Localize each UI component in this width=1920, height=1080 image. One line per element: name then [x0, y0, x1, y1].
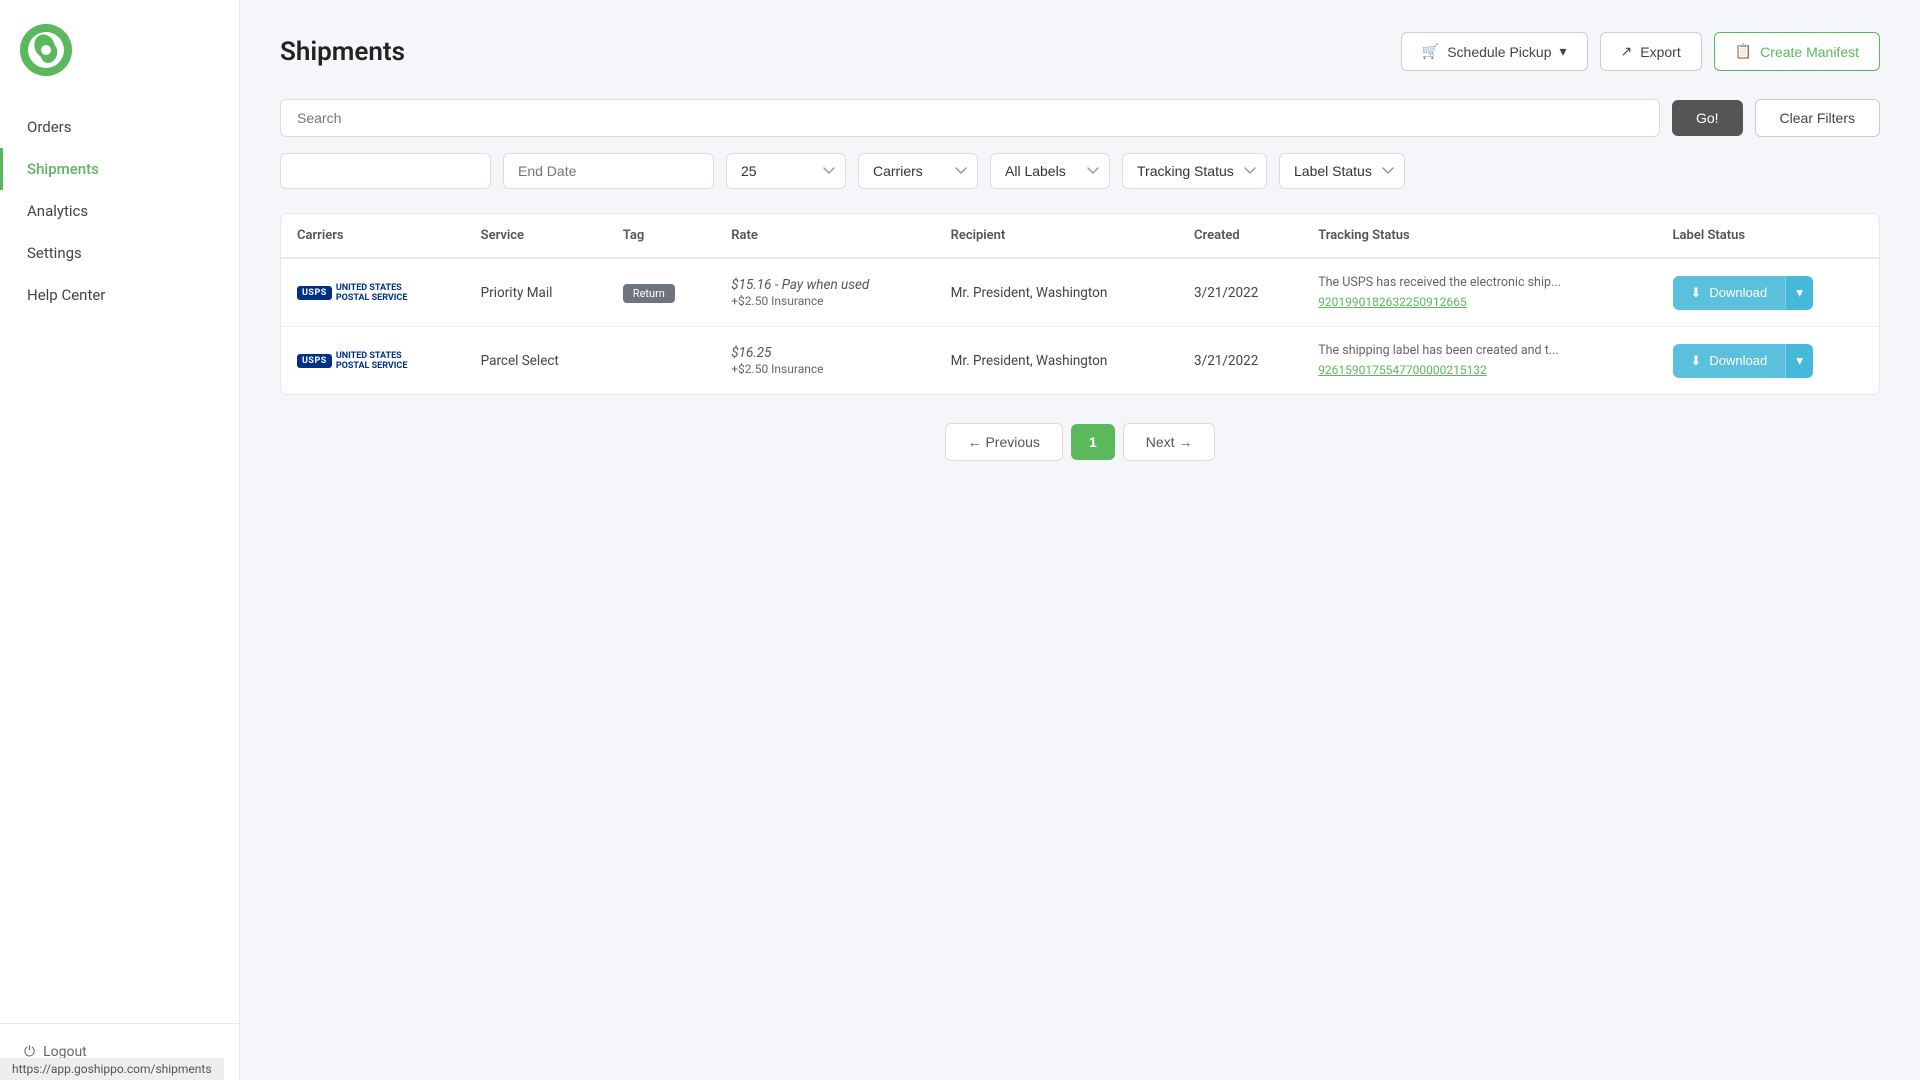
filter-row: 2021-12-22 25 50 100 Carriers USPS FedEx…	[280, 153, 1880, 189]
cell-created: 3/21/2022	[1178, 258, 1302, 327]
download-button-group: ⬇ Download ▾	[1673, 276, 1813, 310]
rate-main: $15.16 - Pay when used	[731, 277, 869, 293]
sidebar-item-orders[interactable]: Orders	[0, 106, 239, 148]
download-button[interactable]: ⬇ Download	[1673, 344, 1786, 378]
header-actions: 🛒 Schedule Pickup ▾ ↗ Export 📋 Create Ma…	[1401, 32, 1880, 71]
main-content: Shipments 🛒 Schedule Pickup ▾ ↗ Export 📋…	[240, 0, 1920, 1080]
rate-extra: +$2.50 Insurance	[731, 294, 823, 308]
shipments-table-container: Carriers Service Tag Rate Recipient Crea…	[280, 213, 1880, 395]
download-arrow-icon: ▾	[1796, 285, 1803, 300]
pickup-icon: 🛒	[1422, 43, 1439, 60]
schedule-pickup-button[interactable]: 🛒 Schedule Pickup ▾	[1401, 32, 1588, 71]
download-icon: ⬇	[1691, 285, 1702, 301]
page-title: Shipments	[280, 37, 405, 67]
usps-badge: USPS	[297, 354, 332, 368]
col-service: Service	[465, 214, 607, 258]
cell-recipient: Mr. President, Washington	[935, 258, 1178, 327]
download-label: Download	[1709, 285, 1767, 300]
cell-rate: $16.25 +$2.50 Insurance	[715, 327, 934, 395]
col-created: Created	[1178, 214, 1302, 258]
create-manifest-button[interactable]: 📋 Create Manifest	[1714, 32, 1880, 71]
cell-tag: Return	[607, 258, 715, 327]
return-tag: Return	[623, 284, 675, 303]
col-rate: Rate	[715, 214, 934, 258]
col-recipient: Recipient	[935, 214, 1178, 258]
app-logo	[20, 24, 72, 76]
tracking-text: The USPS has received the electronic shi…	[1318, 275, 1640, 290]
cell-tag	[607, 327, 715, 395]
cell-recipient: Mr. President, Washington	[935, 327, 1178, 395]
current-page-button[interactable]: 1	[1071, 424, 1115, 460]
end-date-input[interactable]	[503, 153, 714, 189]
col-tracking-status: Tracking Status	[1302, 214, 1656, 258]
table-header-row: Carriers Service Tag Rate Recipient Crea…	[281, 214, 1879, 258]
download-dropdown-button[interactable]: ▾	[1785, 344, 1813, 378]
cell-service: Priority Mail	[465, 258, 607, 327]
sidebar-item-shipments[interactable]: Shipments	[0, 148, 239, 190]
start-date-input[interactable]: 2021-12-22	[280, 153, 491, 189]
sidebar: Orders Shipments Analytics Settings Help…	[0, 0, 240, 1080]
label-status-select[interactable]: Label Status	[1279, 153, 1405, 189]
go-button[interactable]: Go!	[1672, 100, 1743, 136]
cell-rate: $15.16 - Pay when used +$2.50 Insurance	[715, 258, 934, 327]
download-label: Download	[1709, 353, 1767, 368]
export-icon: ↗	[1621, 43, 1633, 60]
pagination: ← Previous 1 Next →	[280, 423, 1880, 461]
status-bar: https://app.goshippo.com/shipments	[0, 1058, 224, 1080]
tracking-status-select[interactable]: Tracking Status	[1122, 153, 1267, 189]
tracking-number-link[interactable]: 9261590175547700000215132	[1318, 363, 1487, 377]
all-labels-select[interactable]: All Labels	[990, 153, 1110, 189]
carriers-select[interactable]: Carriers USPS FedEx UPS	[858, 153, 978, 189]
download-icon: ⬇	[1691, 353, 1702, 369]
search-input[interactable]	[280, 99, 1660, 137]
download-arrow-icon: ▾	[1796, 353, 1803, 368]
cell-tracking-status: The shipping label has been created and …	[1302, 327, 1656, 395]
rate-extra: +$2.50 Insurance	[731, 362, 823, 376]
usps-label: UNITED STATESPOSTAL SERVICE	[336, 283, 408, 303]
tracking-number-link[interactable]: 9201990182632250912665	[1318, 295, 1466, 309]
col-tag: Tag	[607, 214, 715, 258]
table-row: USPS UNITED STATESPOSTAL SERVICE Priorit…	[281, 258, 1879, 327]
cell-tracking-status: The USPS has received the electronic shi…	[1302, 258, 1656, 327]
cell-service: Parcel Select	[465, 327, 607, 395]
cell-carrier: USPS UNITED STATESPOSTAL SERVICE	[281, 258, 465, 327]
cell-carrier: USPS UNITED STATESPOSTAL SERVICE	[281, 327, 465, 395]
search-row: Go! Clear Filters	[280, 99, 1880, 137]
table-row: USPS UNITED STATESPOSTAL SERVICE Parcel …	[281, 327, 1879, 395]
download-button[interactable]: ⬇ Download	[1673, 276, 1786, 310]
rate-main: $16.25	[731, 345, 771, 361]
tracking-text: The shipping label has been created and …	[1318, 343, 1640, 358]
sidebar-item-help-center[interactable]: Help Center	[0, 274, 239, 316]
export-button[interactable]: ↗ Export	[1600, 32, 1702, 71]
carrier-logo: USPS UNITED STATESPOSTAL SERVICE	[297, 351, 449, 371]
page-header: Shipments 🛒 Schedule Pickup ▾ ↗ Export 📋…	[280, 32, 1880, 71]
cell-created: 3/21/2022	[1178, 327, 1302, 395]
clear-filters-button[interactable]: Clear Filters	[1755, 99, 1880, 137]
usps-badge: USPS	[297, 286, 332, 300]
cell-label-status: ⬇ Download ▾	[1657, 327, 1879, 395]
usps-label: UNITED STATESPOSTAL SERVICE	[336, 351, 408, 371]
col-carriers: Carriers	[281, 214, 465, 258]
logo-area	[0, 0, 239, 96]
per-page-select[interactable]: 25 50 100	[726, 153, 846, 189]
schedule-dropdown-icon: ▾	[1560, 43, 1567, 60]
sidebar-item-analytics[interactable]: Analytics	[0, 190, 239, 232]
download-dropdown-button[interactable]: ▾	[1785, 276, 1813, 310]
previous-button[interactable]: ← Previous	[945, 423, 1063, 461]
carrier-logo: USPS UNITED STATESPOSTAL SERVICE	[297, 283, 449, 303]
sidebar-item-settings[interactable]: Settings	[0, 232, 239, 274]
cell-label-status: ⬇ Download ▾	[1657, 258, 1879, 327]
col-label-status: Label Status	[1657, 214, 1879, 258]
next-button[interactable]: Next →	[1123, 423, 1216, 461]
download-button-group: ⬇ Download ▾	[1673, 344, 1813, 378]
manifest-icon: 📋	[1735, 43, 1752, 60]
sidebar-nav: Orders Shipments Analytics Settings Help…	[0, 96, 239, 1023]
shipments-table: Carriers Service Tag Rate Recipient Crea…	[281, 214, 1879, 394]
